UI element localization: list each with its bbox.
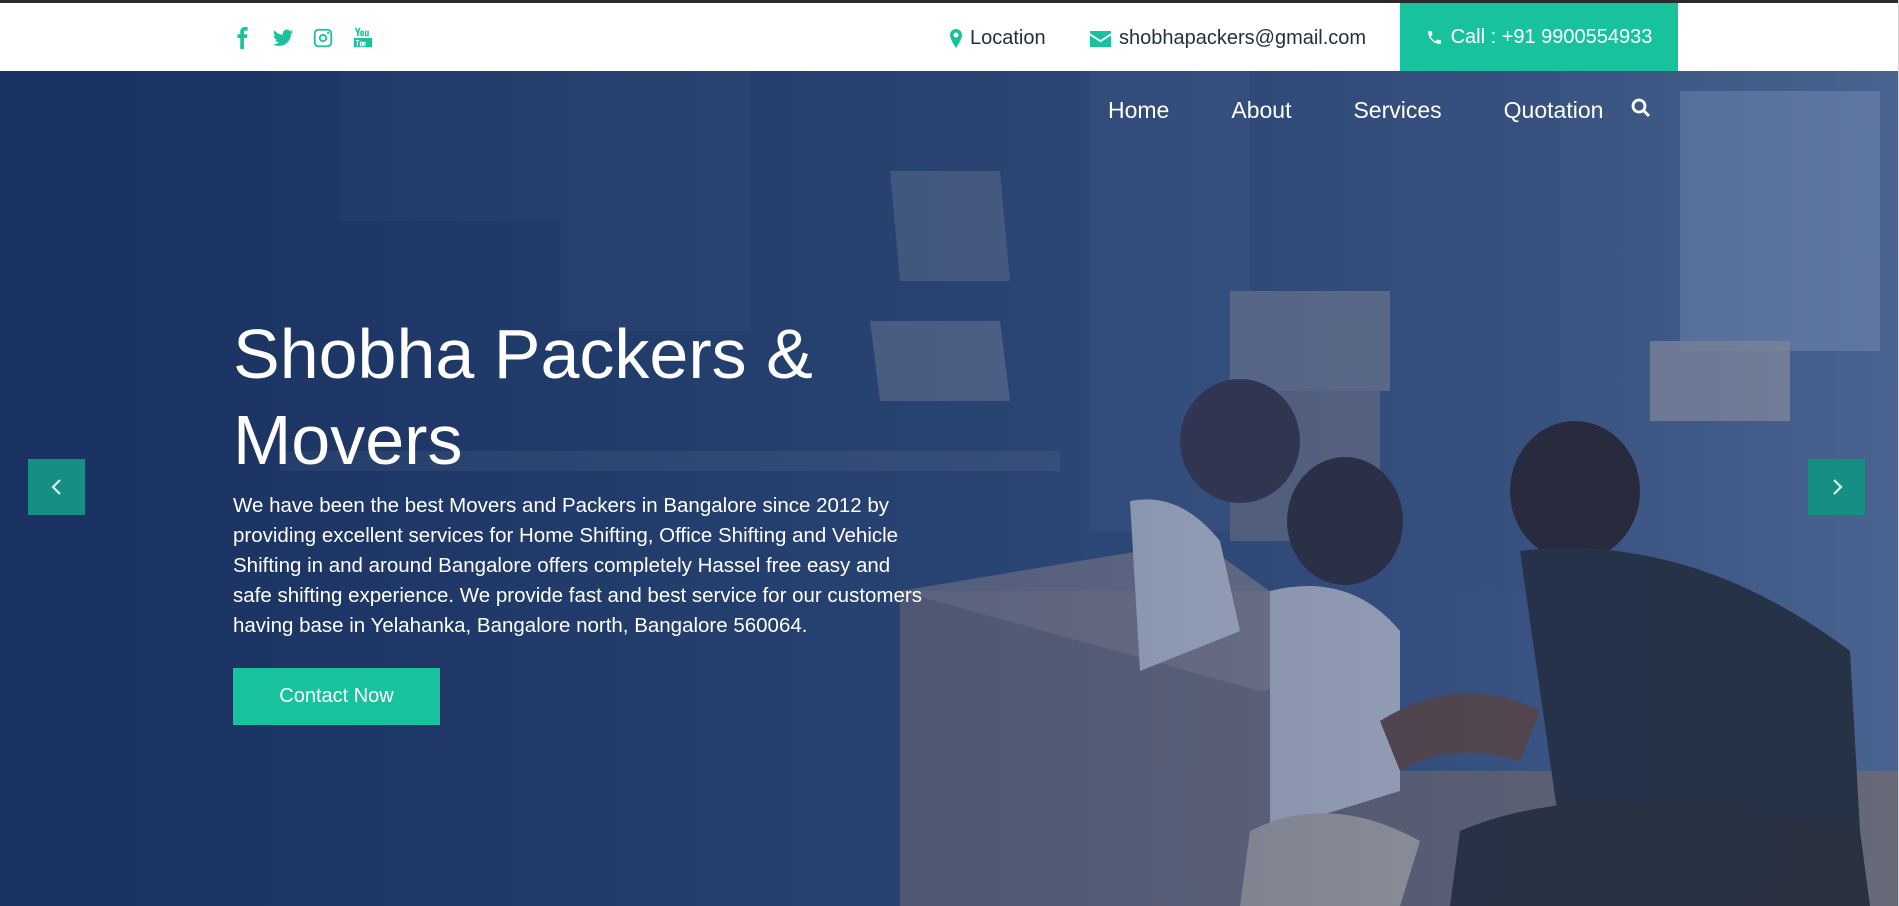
email-address: shobhapackers@gmail.com xyxy=(1119,27,1367,49)
top-bar: Location shobhapackers@gmail.com Call : … xyxy=(0,0,1899,71)
envelope-icon xyxy=(1090,30,1111,47)
page: Location shobhapackers@gmail.com Call : … xyxy=(0,0,1899,906)
call-label: Call : +91 9900554933 xyxy=(1450,25,1653,48)
youtube-icon[interactable] xyxy=(352,25,374,51)
instagram-icon[interactable] xyxy=(312,25,334,51)
email-link[interactable]: shobhapackers@gmail.com xyxy=(1090,27,1366,50)
search-icon[interactable] xyxy=(1631,98,1651,123)
nav-item-services[interactable]: Services xyxy=(1353,97,1441,124)
nav-item-about[interactable]: About xyxy=(1231,97,1291,124)
call-button[interactable]: Call : +91 9900554933 xyxy=(1400,3,1678,71)
hero-title: Shobha Packers & Movers xyxy=(233,315,813,479)
slider-next-button[interactable] xyxy=(1808,459,1865,515)
hero-overlay xyxy=(0,71,1899,906)
nav-item-quotation[interactable]: Quotation xyxy=(1504,97,1604,124)
main-nav: Home About Services Quotation xyxy=(1108,97,1651,124)
phone-icon xyxy=(1427,30,1441,44)
facebook-icon[interactable] xyxy=(232,25,254,51)
chevron-right-icon xyxy=(1832,479,1843,495)
hero-description: We have been the best Movers and Packers… xyxy=(233,494,922,637)
chevron-left-icon xyxy=(50,479,61,495)
slider-prev-button[interactable] xyxy=(28,459,85,515)
twitter-icon[interactable] xyxy=(272,25,294,51)
map-marker-icon xyxy=(950,29,962,48)
location-link[interactable]: Location xyxy=(950,27,1046,50)
hero-slider: Home About Services Quotation Shobha Pac… xyxy=(0,71,1899,906)
contact-now-button[interactable]: Contact Now xyxy=(233,668,440,725)
location-label: Location xyxy=(970,27,1046,49)
nav-item-home[interactable]: Home xyxy=(1108,97,1169,124)
social-links xyxy=(232,25,374,51)
